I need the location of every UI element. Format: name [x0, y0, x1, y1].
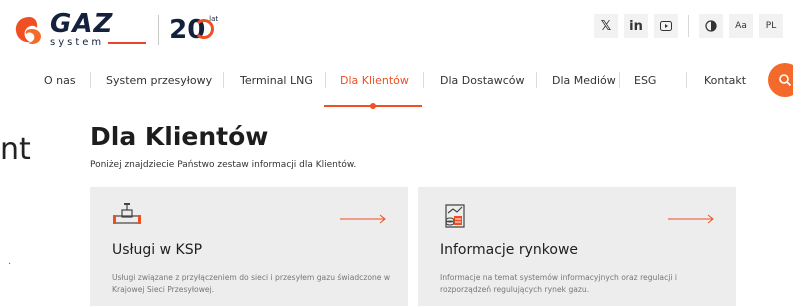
nav-item-system-przesylowy[interactable]: System przesyłowy: [106, 62, 212, 98]
nav-item-kontakt[interactable]: Kontakt: [704, 62, 746, 98]
arrow-right-icon: [340, 209, 386, 224]
active-nav-dot: [370, 103, 376, 109]
anniversary-logo: 20 lat: [169, 13, 225, 47]
gaz-system-logo[interactable]: GAZ system 20 lat: [12, 10, 225, 50]
search-icon: [779, 74, 792, 87]
pipeline-valve-icon: [112, 201, 142, 231]
nav-separator: [90, 72, 91, 88]
main-navigation: O nas System przesyłowy Terminal LNG Dla…: [0, 62, 793, 109]
language-switch[interactable]: PL: [759, 14, 783, 38]
page-title: Dla Klientów: [90, 122, 269, 151]
partial-edge-text: nt: [0, 132, 31, 167]
card-informacje-rynkowe[interactable]: Informacje rynkowe Informacje na temat s…: [418, 187, 736, 306]
partial-edge-mark: .: [8, 256, 12, 267]
nav-item-dla-mediow[interactable]: Dla Mediów: [552, 62, 616, 98]
nav-separator: [536, 72, 537, 88]
card-title: Informacje rynkowe: [440, 242, 579, 258]
font-size-button[interactable]: Aa: [729, 14, 753, 38]
utility-divider: [688, 15, 689, 37]
nav-separator: [423, 72, 424, 88]
nav-item-dla-dostawcow[interactable]: Dla Dostawców: [440, 62, 525, 98]
nav-item-terminal-lng[interactable]: Terminal LNG: [240, 62, 313, 98]
card-title: Usługi w KSP: [112, 242, 203, 258]
card-description: Usługi związane z przyłączeniem do sieci…: [112, 273, 391, 294]
nav-separator: [325, 72, 326, 88]
youtube-icon[interactable]: [654, 14, 678, 38]
utility-bar: 𝕏 in Aa PL: [594, 13, 789, 39]
logo-underline: [108, 42, 147, 44]
nav-item-esg[interactable]: ESG: [634, 62, 656, 98]
contrast-icon[interactable]: [699, 14, 723, 38]
x-twitter-icon[interactable]: 𝕏: [594, 14, 618, 38]
logo-subtitle: system: [50, 37, 105, 48]
card-uslugi-w-ksp[interactable]: Usługi w KSP Usługi związane z przyłącze…: [90, 187, 408, 306]
linkedin-icon[interactable]: in: [624, 14, 648, 38]
nav-item-dla-klientow[interactable]: Dla Klientów: [340, 62, 409, 98]
card-description: Informacje na temat systemów informacyjn…: [440, 273, 678, 294]
page-subtitle: Poniżej znajdziecie Państwo zestaw infor…: [90, 160, 357, 170]
arrow-right-icon: [668, 209, 714, 224]
anniversary-suffix: lat: [209, 15, 219, 23]
nav-separator: [223, 72, 224, 88]
nav-separator: [686, 72, 687, 88]
nav-separator: [619, 72, 620, 88]
logo-divider: [158, 15, 160, 45]
logo-wordmark: GAZ: [50, 9, 114, 39]
site-header: GAZ system 20 lat 𝕏 in Aa PL O nas Syste…: [0, 0, 793, 120]
flame-logo-icon: [12, 13, 46, 47]
nav-item-o-nas[interactable]: O nas: [44, 62, 76, 98]
market-data-icon: [440, 201, 470, 231]
